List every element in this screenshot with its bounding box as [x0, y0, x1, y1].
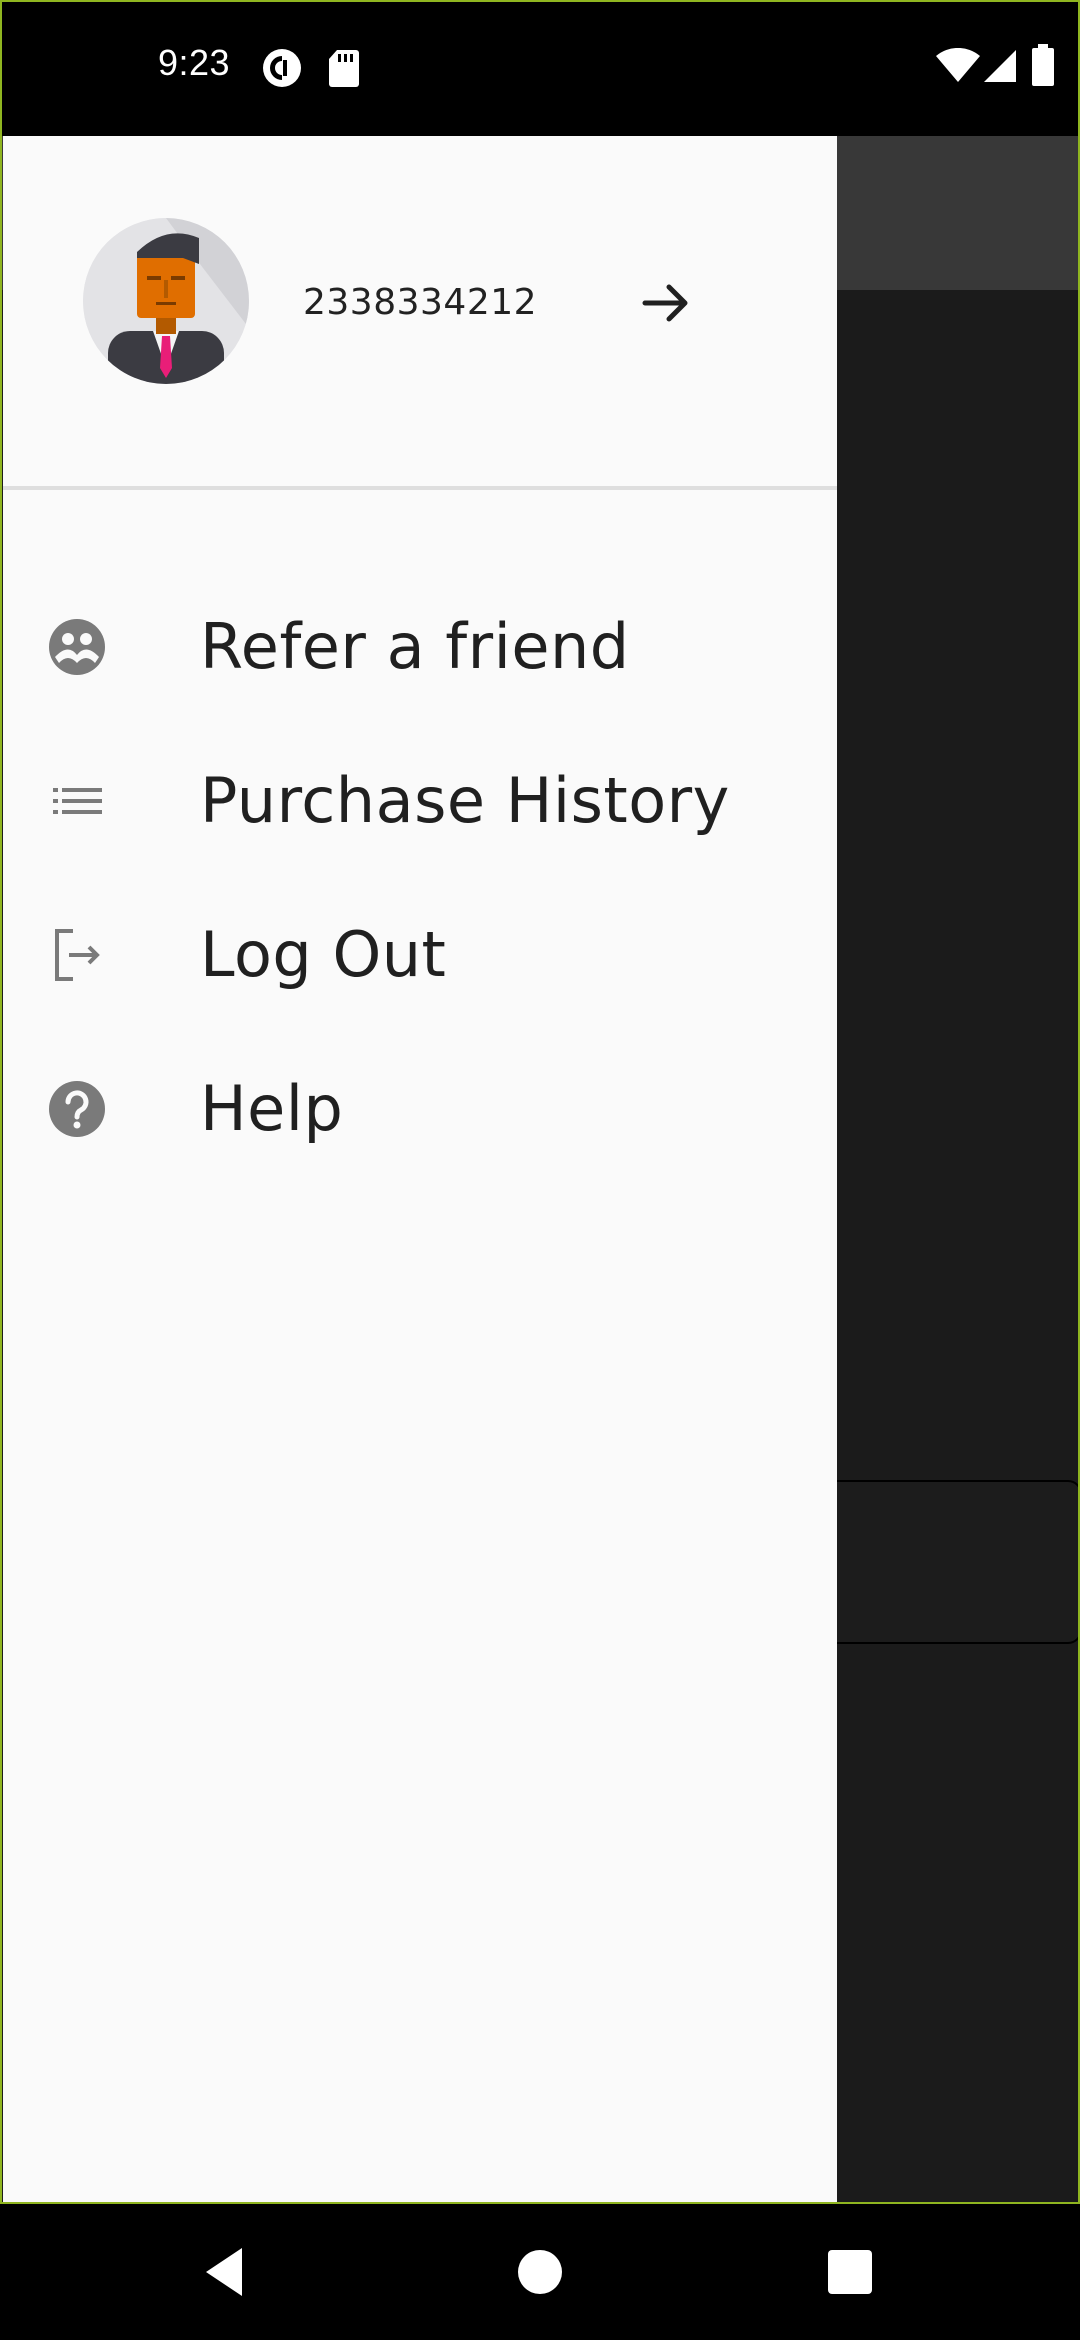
menu-item-log-out[interactable]: Log Out [3, 878, 837, 1032]
menu-item-help[interactable]: Help [3, 1032, 837, 1186]
header-divider [3, 486, 837, 490]
battery-icon [1032, 44, 1054, 90]
status-bar: 9:23 [0, 0, 1080, 136]
account-phone-number: 2338334212 [303, 282, 538, 323]
list-icon [47, 771, 107, 831]
arrow-right-icon[interactable] [633, 270, 699, 336]
menu-item-label: Refer a friend [200, 610, 630, 683]
screen: 9:23 2338334212 Refer a friend Purchase … [0, 0, 1080, 2340]
pocket-casts-icon [262, 48, 302, 92]
menu-item-purchase-history[interactable]: Purchase History [3, 724, 837, 878]
menu-item-label: Help [200, 1072, 344, 1145]
system-navigation-bar [0, 2204, 1080, 2340]
status-time: 9:23 [158, 42, 231, 83]
home-icon[interactable] [508, 2240, 572, 2304]
menu-item-label: Log Out [200, 918, 447, 991]
sd-card-icon [328, 48, 360, 92]
menu-item-refer-a-friend[interactable]: Refer a friend [3, 570, 837, 724]
drawer-header[interactable]: 2338334212 [3, 136, 837, 486]
menu-item-label: Purchase History [200, 764, 730, 837]
businessman-avatar-icon [83, 218, 249, 384]
logout-icon [47, 925, 107, 985]
recents-icon[interactable] [818, 2240, 882, 2304]
cell-signal-icon [982, 48, 1018, 88]
help-icon [47, 1079, 107, 1139]
navigation-drawer: 2338334212 Refer a friend Purchase Histo… [3, 136, 837, 2204]
group-icon [47, 617, 107, 677]
avatar [83, 218, 249, 384]
background-card [820, 1480, 1080, 1644]
back-icon[interactable] [194, 2240, 258, 2304]
wifi-icon [936, 47, 980, 88]
